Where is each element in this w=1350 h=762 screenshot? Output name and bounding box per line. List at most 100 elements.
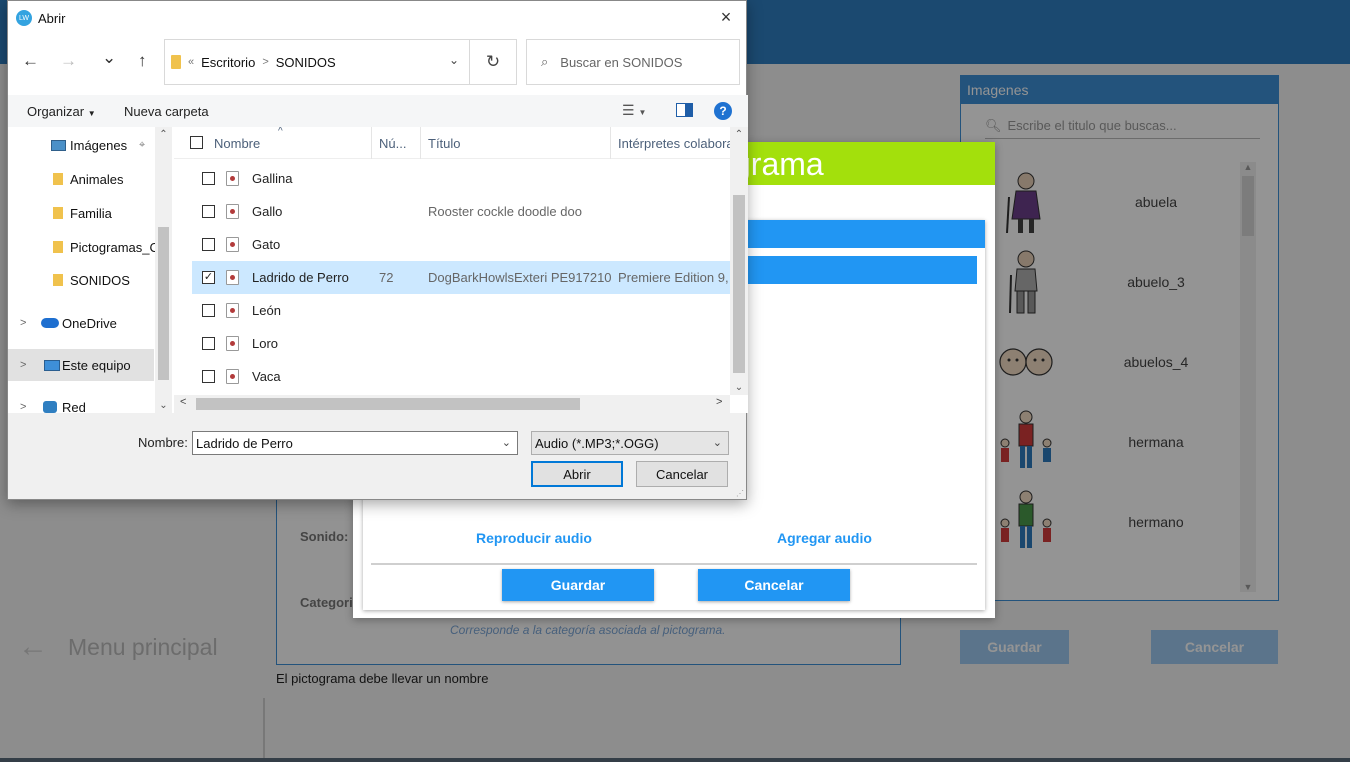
nav-item-label: OneDrive (62, 315, 117, 331)
file-row[interactable]: Gallo Rooster cockle doodle doo (192, 195, 730, 228)
organize-label: Organizar (27, 104, 85, 119)
up-folder-icon[interactable]: ↑ (138, 51, 147, 71)
column-name[interactable]: Nombre (214, 136, 260, 151)
folder-icon (53, 173, 63, 185)
navigation-row: ← → ⌄ ↑ « Escritorio > SONIDOS ⌄ ↻ ⌕ Bus… (8, 39, 748, 85)
chevron-down-icon[interactable]: ⌄ (502, 436, 511, 449)
file-list-vertical-scrollbar[interactable]: ⌃ ⌄ (730, 127, 748, 395)
file-row[interactable]: Loro (192, 327, 730, 360)
filename-input[interactable]: Ladrido de Perro ⌄ (192, 431, 518, 455)
nav-item-red[interactable]: > Red (8, 391, 154, 413)
file-name: Gallo (252, 204, 283, 219)
file-number: 72 (379, 270, 394, 285)
scroll-up-icon[interactable]: ⌃ (155, 129, 172, 140)
file-name: Gato (252, 237, 281, 252)
resize-grip-icon[interactable]: ⋰ (736, 489, 744, 498)
audio-file-icon (226, 369, 239, 384)
breadcrumb-escritorio[interactable]: Escritorio (201, 55, 255, 70)
file-checkbox[interactable] (202, 337, 215, 350)
modal-divider (371, 563, 977, 565)
file-name: Loro (252, 336, 279, 351)
select-all-checkbox[interactable] (190, 136, 203, 149)
file-checkbox[interactable] (202, 205, 215, 218)
nav-item-label: SONIDOS (70, 272, 130, 288)
nav-item-label: Animales (70, 171, 124, 187)
audio-file-icon (226, 336, 239, 351)
add-audio-link[interactable]: Agregar audio (777, 530, 872, 546)
computer-icon (44, 359, 60, 371)
file-row[interactable]: ✓ Ladrido de Perro 72 DogBarkHowlsExteri PE… (192, 261, 747, 294)
play-audio-link[interactable]: Reproducir audio (476, 530, 592, 546)
nav-item-onedrive[interactable]: > OneDrive (8, 307, 154, 339)
help-icon[interactable]: ? (714, 102, 732, 120)
expand-icon[interactable]: > (20, 401, 26, 413)
back-icon[interactable]: ← (22, 51, 39, 71)
open-file-dialog: LW Abrir × ← → ⌄ ↑ « Escritorio > SONIDO… (7, 0, 748, 500)
file-checkbox[interactable] (202, 370, 215, 383)
recent-locations-icon[interactable]: ⌄ (102, 48, 116, 68)
breadcrumb-sonidos[interactable]: SONIDOS (276, 55, 336, 70)
refresh-button[interactable]: ↻ (469, 39, 517, 85)
file-row[interactable]: Gallina (192, 162, 730, 195)
file-row[interactable]: Gato (192, 228, 730, 261)
scroll-up-icon[interactable]: ⌃ (730, 129, 748, 140)
audio-file-icon (226, 171, 239, 186)
file-checkbox[interactable]: ✓ (202, 271, 215, 284)
chevron-down-icon[interactable]: ⌄ (449, 53, 459, 67)
file-row[interactable]: Vaca (192, 360, 730, 393)
preview-pane-icon[interactable] (676, 103, 693, 120)
modal-cancel-button[interactable]: Cancelar (698, 569, 850, 601)
file-name: Gallina (252, 171, 293, 186)
scroll-left-icon[interactable]: < (180, 396, 186, 408)
file-type-value: Audio (*.MP3;*.OGG) (535, 436, 659, 451)
open-button[interactable]: Abrir (531, 461, 623, 487)
caret-down-icon: ▼ (87, 109, 96, 118)
column-title[interactable]: Título (428, 136, 461, 151)
close-icon[interactable]: × (714, 7, 738, 28)
nav-item-label: Imágenes (70, 137, 128, 153)
file-checkbox[interactable] (202, 172, 215, 185)
chevron-down-icon[interactable]: ⌄ (713, 436, 722, 449)
dialog-footer: Nombre: Ladrido de Perro ⌄ Audio (*.MP3;… (8, 413, 746, 499)
scroll-thumb[interactable] (733, 195, 745, 373)
column-divider[interactable] (420, 127, 421, 159)
nav-item-sonidos[interactable]: SONIDOS (8, 264, 154, 296)
cancel-button[interactable]: Cancelar (636, 461, 728, 487)
column-number[interactable]: Nú... (379, 136, 406, 151)
forward-icon[interactable]: → (60, 51, 77, 71)
organize-menu[interactable]: Organizar ▼ (27, 104, 96, 119)
column-artists[interactable]: Intérpretes colaborad (618, 136, 741, 151)
expand-icon[interactable]: > (20, 317, 26, 329)
scroll-down-icon[interactable]: ⌄ (155, 400, 172, 411)
scroll-down-icon[interactable]: ⌄ (730, 382, 748, 393)
filename-value: Ladrido de Perro (196, 436, 293, 451)
expand-icon[interactable]: > (20, 359, 26, 371)
file-row[interactable]: León (192, 294, 730, 327)
nav-item-pictogramas[interactable]: Pictogramas_C (8, 231, 159, 263)
file-name: Vaca (252, 369, 281, 384)
cloud-icon (41, 318, 59, 328)
address-bar[interactable]: « Escritorio > SONIDOS ⌄ (164, 39, 470, 85)
modal-save-button[interactable]: Guardar (502, 569, 654, 601)
nav-item-animales[interactable]: Animales (8, 163, 154, 195)
file-name: León (252, 303, 281, 318)
nav-scrollbar[interactable]: ⌃ ⌄ (155, 127, 172, 413)
search-input[interactable]: ⌕ Buscar en SONIDOS (526, 39, 740, 85)
column-divider[interactable] (371, 127, 372, 159)
nav-item-este-equipo[interactable]: > Este equipo (8, 349, 154, 381)
scroll-right-icon[interactable]: > (716, 396, 722, 408)
nav-item-imagenes[interactable]: Imágenes ⌖ (8, 129, 154, 161)
dialog-titlebar[interactable]: LW Abrir × (8, 1, 746, 35)
command-bar: Organizar ▼ Nueva carpeta ☰ ▼ ? (8, 95, 748, 127)
nav-item-familia[interactable]: Familia (8, 197, 154, 229)
file-checkbox[interactable] (202, 238, 215, 251)
scroll-thumb[interactable] (196, 398, 580, 410)
sort-ascending-icon: ^ (278, 127, 283, 137)
new-folder-button[interactable]: Nueva carpeta (124, 104, 209, 119)
file-checkbox[interactable] (202, 304, 215, 317)
file-type-select[interactable]: Audio (*.MP3;*.OGG) ⌄ (531, 431, 729, 455)
column-divider[interactable] (610, 127, 611, 159)
file-list-horizontal-scrollbar[interactable]: < > (174, 395, 730, 413)
view-options-icon[interactable]: ☰ ▼ (622, 102, 646, 119)
scroll-thumb[interactable] (158, 227, 169, 380)
